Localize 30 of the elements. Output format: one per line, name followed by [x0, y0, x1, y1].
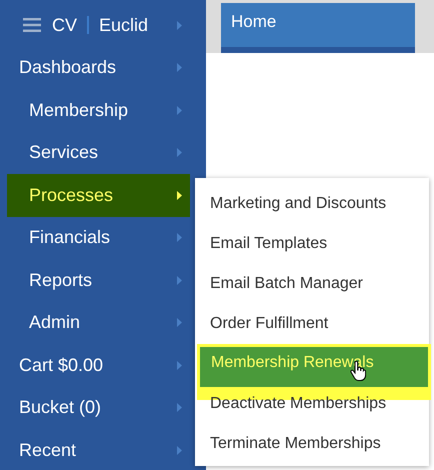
- sidebar-item[interactable]: Bucket (0): [0, 386, 190, 429]
- sidebar-item[interactable]: Admin: [7, 302, 190, 344]
- caret-icon: [177, 190, 182, 200]
- caret-icon: [177, 20, 182, 30]
- caret-icon: [177, 318, 182, 328]
- tab[interactable]: Home: [221, 3, 415, 53]
- caret-icon: [177, 148, 182, 158]
- sidebar-item[interactable]: Financials: [7, 216, 190, 259]
- menu-item[interactable]: Email Templates: [195, 224, 429, 264]
- sidebar-item[interactable]: Membership: [7, 89, 190, 132]
- sidebar-item[interactable]: Recent: [0, 429, 190, 470]
- menu-item[interactable]: Terminate Memberships: [195, 424, 429, 464]
- caret-icon: [177, 360, 182, 370]
- menu-item[interactable]: Marketing and Discounts: [195, 184, 429, 224]
- sidebar-item[interactable]: Cart $0.00: [0, 344, 190, 386]
- caret-icon: [177, 106, 182, 115]
- sidebar-item[interactable]: Dashboards: [0, 46, 190, 89]
- caret-icon: [177, 63, 182, 72]
- menu-item[interactable]: Email Batch Manager: [195, 264, 429, 304]
- brand-abbreviation: CV: [52, 14, 78, 36]
- sidebar-item[interactable]: Processes: [7, 174, 190, 216]
- caret-icon: [177, 276, 182, 285]
- sidebar-item[interactable]: Services: [7, 132, 190, 174]
- sidebar-item[interactable]: Reports: [7, 259, 190, 302]
- brand-name: Euclid: [99, 14, 148, 36]
- caret-icon: [177, 403, 182, 412]
- menu-item[interactable]: Order Fulfillment: [195, 304, 429, 344]
- caret-icon: [177, 233, 182, 242]
- caret-icon: [177, 446, 182, 455]
- menu-icon[interactable]: [23, 18, 41, 32]
